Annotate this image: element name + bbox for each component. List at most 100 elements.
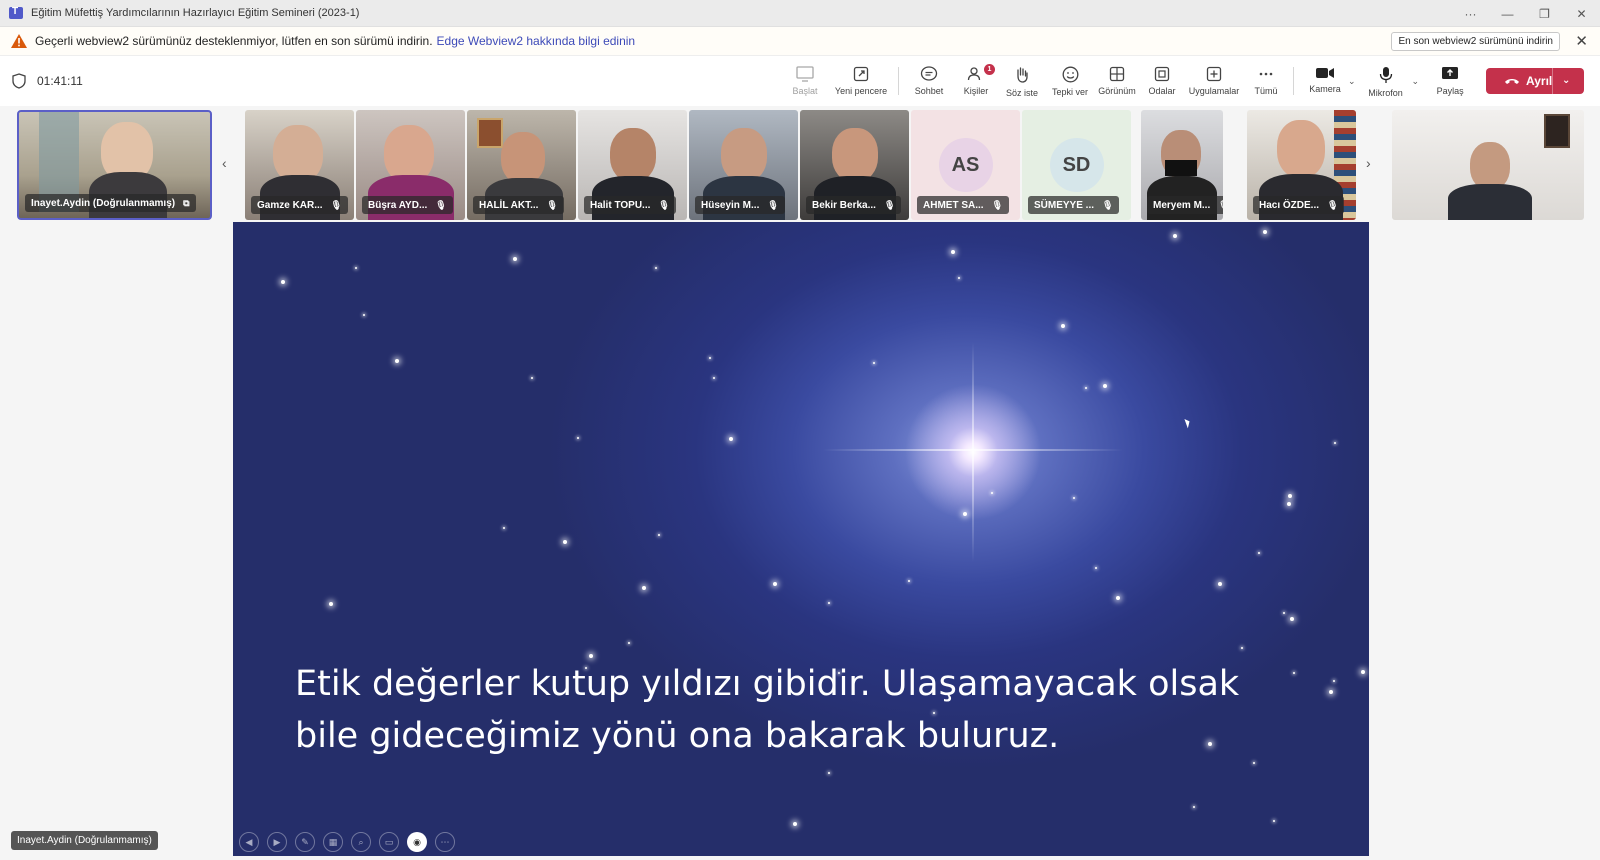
participant-tile[interactable]: SD SÜMEYYE ... 🎙	[1022, 110, 1131, 220]
people-label: Kişiler	[963, 86, 989, 96]
star	[828, 772, 830, 774]
start-button[interactable]: Başlat	[790, 56, 820, 106]
camera-button[interactable]: Kamera	[1308, 56, 1342, 106]
toolbar-divider	[1293, 67, 1294, 95]
chat-button[interactable]: Sohbet	[911, 56, 947, 106]
participant-name: Meryem M... 🎙	[1147, 196, 1223, 214]
chat-icon	[920, 66, 938, 81]
leave-button[interactable]: Ayrıl ⌄	[1486, 68, 1584, 94]
rooms-button[interactable]: Odalar	[1147, 56, 1177, 106]
participant-tile[interactable]	[1392, 110, 1584, 220]
participant-tile[interactable]: Halit TOPU... 🎙	[578, 110, 687, 220]
star	[395, 359, 399, 363]
star	[951, 250, 955, 254]
star	[1241, 647, 1243, 649]
share-button[interactable]: Paylaş	[1435, 56, 1465, 106]
participant-name-text: Hüseyin M...	[701, 199, 760, 211]
participant-face	[610, 128, 656, 182]
shared-presentation-slide[interactable]: Etik değerler kutup yıldızı gibidir. Ula…	[233, 222, 1369, 856]
view-button[interactable]: Görünüm	[1097, 56, 1137, 106]
participant-face	[832, 128, 878, 182]
toolbar-actions: Başlat Yeni pencere Sohbet 1 Kişiler Söz…	[790, 56, 1465, 106]
star	[1333, 680, 1335, 682]
participant-tile[interactable]: Hüseyin M... 🎙	[689, 110, 798, 220]
people-button[interactable]: 1 Kişiler	[959, 56, 995, 106]
rooms-label: Odalar	[1148, 86, 1176, 96]
participant-face	[501, 132, 545, 184]
participant-tile[interactable]: Büşra AYD... 🎙	[356, 110, 465, 220]
star	[1334, 442, 1336, 444]
strip-prev-chevron-icon[interactable]: ‹	[222, 155, 227, 171]
participant-name: Hacı ÖZDE... 🎙	[1253, 196, 1345, 214]
participant-name: Büşra AYD... 🎙	[362, 196, 453, 214]
microphone-icon: 🎙	[546, 199, 558, 210]
pop-out-icon	[853, 66, 869, 82]
star	[1290, 617, 1294, 621]
banner-message: Geçerli webview2 sürümünüz desteklenmiyo…	[35, 34, 433, 48]
next-slide-icon[interactable]: ▶	[267, 832, 287, 852]
grid-view-icon	[1109, 66, 1125, 82]
star	[963, 512, 967, 516]
webview-warning-banner: Geçerli webview2 sürümünüz desteklenmiyo…	[0, 27, 1600, 56]
participant-body	[1448, 184, 1532, 220]
slide-quote: Etik değerler kutup yıldızı gibidir. Ula…	[295, 658, 1255, 762]
participant-name-text: Hacı ÖZDE...	[1259, 199, 1320, 211]
raise-hand-label: Söz iste	[1005, 88, 1038, 98]
participant-tile[interactable]: Meryem M... 🎙	[1141, 110, 1223, 220]
star	[1173, 234, 1177, 238]
participant-avatar: SD	[1049, 138, 1104, 192]
participant-tile-self[interactable]: Inayet.Aydin (Doğrulanmamış) ⧉	[17, 110, 212, 220]
participant-tile[interactable]: Gamze KAR... 🎙	[245, 110, 354, 220]
react-label: Tepki ver	[1051, 87, 1088, 97]
participant-tile[interactable]: HALİL AKT... 🎙	[467, 110, 576, 220]
microphone-options-chevron-icon[interactable]: ⌄	[1412, 76, 1420, 87]
participant-tile[interactable]: Hacı ÖZDE... 🎙	[1247, 110, 1356, 220]
star	[563, 540, 567, 544]
star	[1103, 384, 1107, 388]
face-mask	[1165, 160, 1197, 176]
close-banner-icon[interactable]: ✕	[1575, 32, 1588, 50]
camera-toggle-icon[interactable]: ◉	[407, 832, 427, 852]
participant-name: Hüseyin M... 🎙	[695, 196, 785, 214]
star	[958, 277, 960, 279]
slide-quote-line: bile gideceğimiz yönü ona bakarak buluru…	[295, 716, 1060, 756]
zoom-icon[interactable]: ⌕	[351, 832, 371, 852]
star	[363, 314, 365, 316]
microphone-icon	[1379, 67, 1392, 83]
participant-name-text: Meryem M...	[1153, 199, 1211, 211]
star	[1293, 672, 1295, 674]
star	[1061, 324, 1065, 328]
subtitles-icon[interactable]: ▭	[379, 832, 399, 852]
minimize-button[interactable]: —	[1489, 0, 1526, 27]
slide-more-options-icon[interactable]: ⋯	[435, 832, 455, 852]
star	[628, 642, 630, 644]
more-button[interactable]: Tümü	[1253, 56, 1279, 106]
participant-name-text: Inayet.Aydin (Doğrulanmamış)	[31, 197, 176, 209]
star	[281, 280, 285, 284]
previous-slide-icon[interactable]: ◀	[239, 832, 259, 852]
star	[713, 377, 715, 379]
microphone-icon: 🎙	[883, 199, 896, 210]
restore-button[interactable]: ❐	[1526, 0, 1563, 27]
leave-options-chevron-icon[interactable]: ⌄	[1562, 75, 1570, 86]
download-webview-button[interactable]: En son webview2 sürümünü indirin	[1391, 32, 1560, 51]
raise-hand-button[interactable]: Söz iste	[1005, 56, 1039, 106]
participant-tile[interactable]: Bekir Berka... 🎙	[800, 110, 909, 220]
participant-name-text: Gamze KAR...	[257, 199, 323, 211]
new-window-button[interactable]: Yeni pencere	[834, 56, 888, 106]
participant-tile[interactable]: AS AHMET SA... 🎙	[911, 110, 1020, 220]
star	[655, 267, 657, 269]
apps-button[interactable]: Uygulamalar	[1189, 56, 1239, 106]
camera-options-chevron-icon[interactable]: ⌄	[1348, 76, 1356, 87]
microphone-button[interactable]: Mikrofon	[1366, 56, 1406, 106]
webview-info-link[interactable]: Edge Webview2 hakkında bilgi edinin	[437, 34, 636, 48]
more-options-icon[interactable]: ···	[1452, 0, 1489, 27]
participant-avatar: AS	[938, 138, 993, 192]
toolbar-divider	[898, 67, 899, 95]
close-window-button[interactable]: ✕	[1563, 0, 1600, 27]
participant-name-text: HALİL AKT...	[479, 199, 539, 211]
slides-grid-icon[interactable]: ▦	[323, 832, 343, 852]
strip-next-chevron-icon[interactable]: ›	[1366, 155, 1371, 171]
pen-icon[interactable]: ✎	[295, 832, 315, 852]
react-button[interactable]: Tepki ver	[1051, 56, 1089, 106]
